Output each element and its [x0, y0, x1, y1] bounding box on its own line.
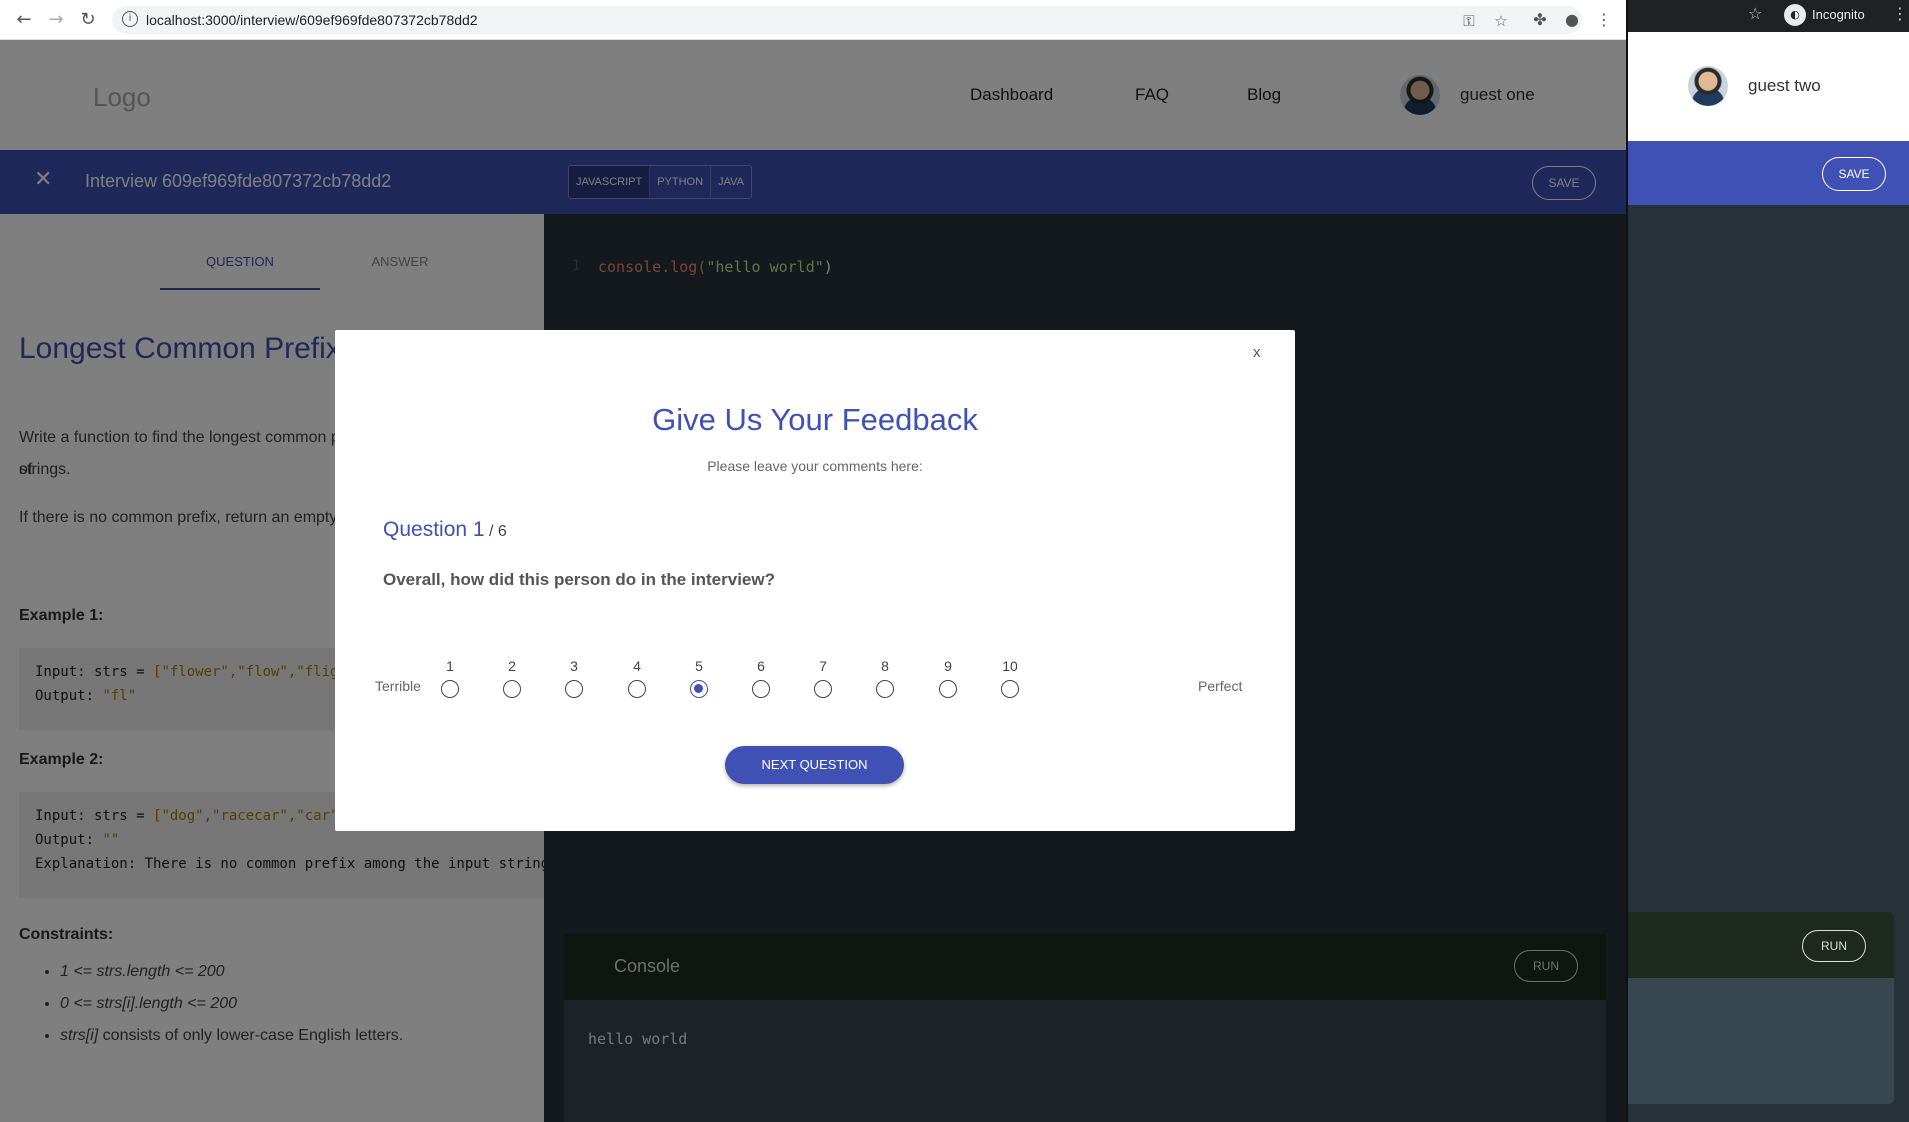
rating-radio[interactable]	[628, 680, 646, 698]
feedback-modal: x Give Us Your Feedback Please leave you…	[335, 330, 1295, 831]
rating-number: 6	[757, 658, 765, 674]
rating-radio[interactable]	[441, 680, 459, 698]
rating-number: 4	[633, 658, 641, 674]
scale-low-label: Terrible	[375, 678, 421, 694]
bookmark-star-icon[interactable]: ☆	[1492, 12, 1510, 30]
interview-toolbar: SAVE	[1628, 141, 1909, 205]
browser-window-incognito: ☆ ◐ Incognito ⋮ guest two SAVE RUN	[1626, 0, 1909, 1122]
console-header: RUN	[1628, 912, 1894, 978]
browser-menu-icon[interactable]: ⋮	[1892, 4, 1908, 23]
profile-icon[interactable]: ●	[1562, 10, 1582, 30]
rating-radio[interactable]	[503, 680, 521, 698]
browser-window-main: ← → ↻ i localhost:3000/interview/609ef96…	[0, 0, 1626, 1122]
rating-option[interactable]: 6	[741, 658, 781, 703]
question-counter: Question 1 / 6	[383, 518, 507, 542]
save-button[interactable]: SAVE	[1822, 157, 1886, 191]
rating-radio[interactable]	[1001, 680, 1019, 698]
bookmark-star-icon[interactable]: ☆	[1748, 4, 1762, 23]
scale-high-label: Perfect	[1198, 678, 1243, 694]
incognito-toolbar: ☆ ◐ Incognito ⋮	[1628, 0, 1909, 32]
address-bar[interactable]: i localhost:3000/interview/609ef969fde80…	[112, 6, 1582, 34]
rating-radio[interactable]	[876, 680, 894, 698]
rating-number: 8	[881, 658, 889, 674]
run-button[interactable]: RUN	[1802, 930, 1866, 962]
rating-option[interactable]: 9	[928, 658, 968, 703]
site-info-icon[interactable]: i	[122, 11, 138, 27]
question-prompt: Overall, how did this person do in the i…	[383, 570, 775, 589]
rating-number: 1	[446, 658, 454, 674]
rating-number: 9	[944, 658, 952, 674]
rating-option[interactable]: 4	[617, 658, 657, 703]
modal-subtitle: Please leave your comments here:	[707, 458, 923, 474]
rating-number: 2	[508, 658, 516, 674]
browser-toolbar: ← → ↻ i localhost:3000/interview/609ef96…	[0, 0, 1626, 40]
extensions-icon[interactable]: ✤	[1530, 10, 1550, 30]
top-navbar: guest two	[1628, 32, 1909, 141]
user-name[interactable]: guest two	[1748, 76, 1821, 96]
url-text[interactable]: localhost:3000/interview/609ef969fde8073…	[146, 12, 478, 28]
rating-radio[interactable]	[939, 680, 957, 698]
rating-option[interactable]: 10	[990, 658, 1030, 703]
avatar[interactable]	[1688, 66, 1728, 106]
rating-number: 3	[570, 658, 578, 674]
question-total: / 6	[484, 523, 507, 540]
rating-radio[interactable]	[565, 680, 583, 698]
reload-icon[interactable]: ↻	[78, 10, 98, 30]
rating-radio[interactable]	[752, 680, 770, 698]
rating-option[interactable]: 5	[679, 658, 719, 703]
rating-radio[interactable]	[690, 680, 708, 698]
incognito-label[interactable]: Incognito	[1812, 7, 1865, 22]
console-output-area	[1628, 978, 1894, 1104]
rating-number: 7	[819, 658, 827, 674]
question-number: Question 1	[383, 518, 485, 541]
back-icon[interactable]: ←	[14, 10, 34, 30]
rating-radio[interactable]	[814, 680, 832, 698]
rating-option[interactable]: 8	[865, 658, 905, 703]
forward-icon[interactable]: →	[46, 10, 66, 30]
next-question-button[interactable]: NEXT QUESTION	[725, 746, 904, 784]
key-icon[interactable]: ⚿	[1460, 12, 1478, 30]
modal-title: Give Us Your Feedback	[652, 402, 978, 437]
rating-option[interactable]: 7	[803, 658, 843, 703]
rating-number: 5	[695, 658, 703, 674]
incognito-icon: ◐	[1784, 4, 1806, 26]
browser-menu-icon[interactable]: ⋮	[1594, 10, 1614, 30]
rating-option[interactable]: 1	[430, 658, 470, 703]
modal-close-button[interactable]: x	[1253, 344, 1261, 361]
rating-option[interactable]: 3	[554, 658, 594, 703]
rating-option[interactable]: 2	[492, 658, 532, 703]
rating-number: 10	[1002, 658, 1018, 674]
